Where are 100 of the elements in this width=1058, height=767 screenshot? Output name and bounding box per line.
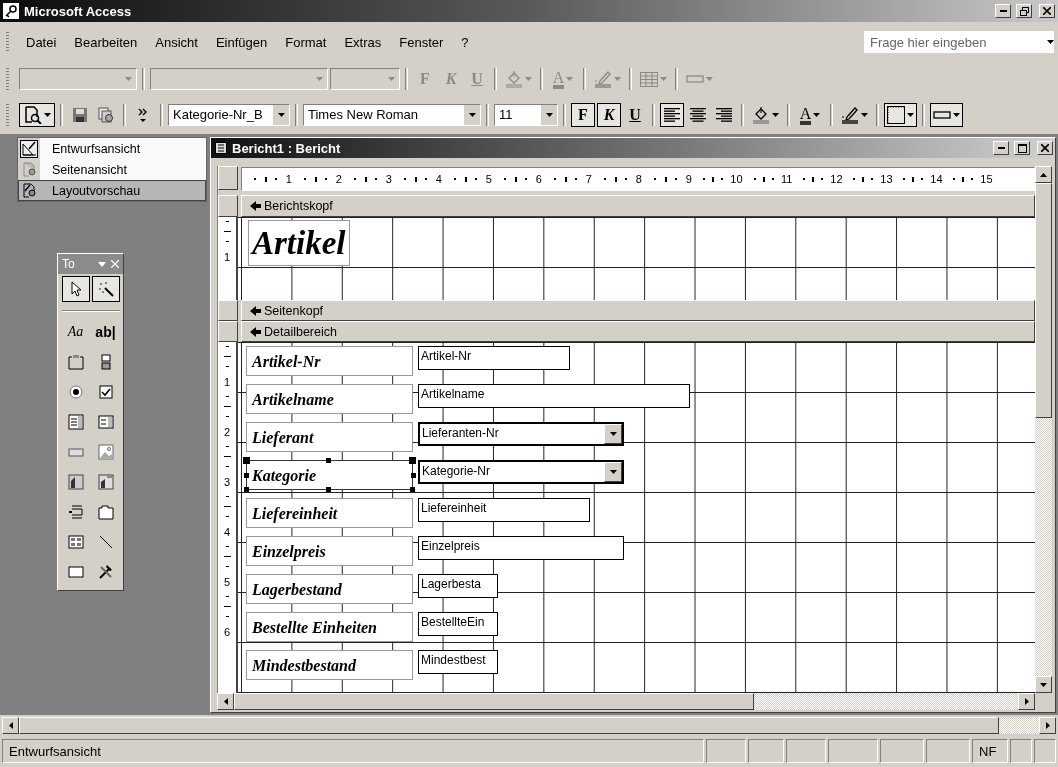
minimize-button[interactable] xyxy=(993,141,1009,155)
close-button[interactable] xyxy=(1037,141,1053,155)
combo-box-icon xyxy=(66,413,85,431)
horizontal-scrollbar[interactable] xyxy=(217,693,1035,710)
ruler-number: 3 xyxy=(223,475,231,488)
align-button[interactable] xyxy=(660,103,684,127)
menu-item[interactable]: ? xyxy=(452,32,478,52)
key-icon xyxy=(3,3,19,19)
close-icon xyxy=(111,260,119,268)
text-field[interactable]: Liefereinheit xyxy=(418,498,590,522)
tool-button[interactable] xyxy=(91,276,120,302)
resize-handle[interactable] xyxy=(243,457,250,464)
view-button[interactable] xyxy=(19,103,55,127)
menu-item[interactable]: Extras xyxy=(335,32,391,52)
section-selector[interactable] xyxy=(218,195,238,217)
down-arrow-icon xyxy=(1040,682,1047,687)
align-left-icon xyxy=(663,107,681,123)
vertical-scrollbar[interactable] xyxy=(1035,166,1052,693)
scroll-right-button[interactable] xyxy=(1039,716,1056,734)
ruler-number: 7 xyxy=(585,173,592,185)
restore-button[interactable] xyxy=(1016,4,1032,18)
ruler-number: 3 xyxy=(385,173,392,185)
menu-item[interactable]: Datei xyxy=(17,32,66,52)
tool-button[interactable]: Aa xyxy=(61,320,90,344)
menu-item[interactable]: Format xyxy=(276,32,336,52)
scroll-left-button[interactable] xyxy=(217,693,234,710)
text-field[interactable]: Mindestbest xyxy=(418,650,498,674)
ruler-number: 9 xyxy=(685,173,692,185)
section-bar[interactable]: Detailbereich xyxy=(241,321,1035,342)
move-handle[interactable] xyxy=(409,457,416,464)
report-selector[interactable] xyxy=(218,166,238,190)
ruler-number: 6 xyxy=(535,173,542,185)
format-toggle-button[interactable]: F xyxy=(571,103,595,127)
text-field[interactable]: Artikel-Nr xyxy=(418,346,570,370)
font-color-button[interactable]: A xyxy=(795,103,825,127)
help-search-field[interactable]: Frage hier eingeben xyxy=(864,31,1054,53)
scroll-down-button[interactable] xyxy=(1035,676,1052,693)
caret-icon xyxy=(772,113,779,117)
field-label[interactable]: Artikel-Nr xyxy=(246,346,413,376)
font-combo-box[interactable]: 11 xyxy=(494,104,558,126)
menu-item[interactable]: Einfügen xyxy=(206,32,277,52)
status-panel xyxy=(1034,739,1056,763)
tool-button[interactable]: ab| xyxy=(91,320,120,344)
field-label[interactable]: Einzelpreis xyxy=(246,536,413,566)
font-combo-box[interactable]: Kategorie-Nr_B xyxy=(168,104,290,126)
close-icon xyxy=(1041,144,1049,152)
resize-handle[interactable] xyxy=(411,473,416,478)
tool-button[interactable] xyxy=(61,276,90,302)
field-label[interactable]: Lieferant xyxy=(246,422,413,452)
field-label[interactable]: Mindestbestand xyxy=(246,650,413,680)
status-panel xyxy=(748,739,784,763)
resize-handle[interactable] xyxy=(326,487,331,492)
text-field[interactable]: Lagerbesta xyxy=(418,574,498,598)
text-field[interactable]: Einzelpreis xyxy=(418,536,624,560)
menu-item[interactable]: Ansicht xyxy=(146,32,207,52)
radio-button-icon xyxy=(66,383,85,401)
close-button[interactable] xyxy=(1039,4,1055,18)
field-label[interactable]: Kategorie xyxy=(246,460,413,490)
scroll-thumb[interactable] xyxy=(234,693,754,710)
section-bar[interactable]: Berichtskopf xyxy=(241,195,1035,217)
menu-item[interactable]: Bearbeiten xyxy=(65,32,147,52)
menu-item[interactable]: Fenster xyxy=(390,32,453,52)
caret-icon xyxy=(315,77,323,81)
resize-handle[interactable] xyxy=(410,487,415,492)
scroll-thumb[interactable] xyxy=(1035,183,1052,418)
resize-handle[interactable] xyxy=(244,487,249,492)
section-selector[interactable] xyxy=(218,300,238,321)
section-bar[interactable]: Seitenkopf xyxy=(241,300,1035,321)
border-button[interactable] xyxy=(884,103,917,127)
format-toggle-button[interactable]: K xyxy=(597,103,621,127)
menu-option[interactable]: Layoutvorschau xyxy=(18,180,206,201)
text-field[interactable]: Artikelname xyxy=(418,384,690,408)
line-style-button[interactable] xyxy=(930,103,963,127)
page-magnifier-icon xyxy=(21,162,37,177)
window-title: Microsoft Access xyxy=(24,3,133,19)
scroll-right-button[interactable] xyxy=(1018,693,1035,710)
caret-icon xyxy=(614,77,621,81)
bound-object-icon xyxy=(96,473,115,491)
minimize-button[interactable] xyxy=(995,4,1011,18)
field-label[interactable]: Lagerbestand xyxy=(246,574,413,604)
font-combo-box[interactable]: Times New Roman xyxy=(303,104,481,126)
section-selector[interactable] xyxy=(218,321,238,342)
report-title-label[interactable]: Artikel xyxy=(248,220,350,266)
scroll-up-button[interactable] xyxy=(1035,166,1052,183)
caret-icon xyxy=(566,77,574,81)
format-toggle-button[interactable]: U xyxy=(623,103,647,127)
maximize-button[interactable] xyxy=(1014,141,1030,155)
field-label[interactable]: Bestellte Einheiten xyxy=(246,612,413,642)
resize-handle[interactable] xyxy=(326,458,331,463)
field-label[interactable]: Artikelname xyxy=(246,384,413,414)
left-arrow-icon xyxy=(8,721,13,729)
scroll-left-button[interactable] xyxy=(2,716,19,734)
status-panel xyxy=(706,739,746,763)
combo-field[interactable]: Lieferanten-Nr xyxy=(418,422,624,446)
caret-icon xyxy=(660,77,667,81)
text-field[interactable]: BestellteEin xyxy=(418,612,498,636)
field-label[interactable]: Liefereinheit xyxy=(246,498,413,528)
combo-field[interactable]: Kategorie-Nr xyxy=(418,460,624,484)
resize-handle[interactable] xyxy=(244,473,249,478)
close-icon xyxy=(1043,7,1051,15)
